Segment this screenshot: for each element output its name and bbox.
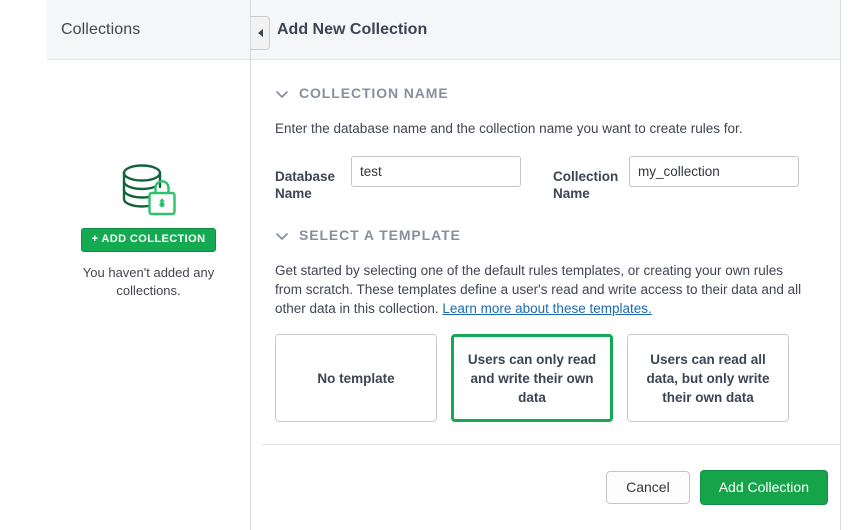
name-fields-row: Database Name Collection Name <box>275 156 816 202</box>
collections-sidebar: Collections <box>47 0 251 530</box>
app-root: Collections <box>0 0 850 530</box>
chevron-down-icon <box>275 229 289 243</box>
database-name-label: Database Name <box>275 156 351 202</box>
panel-footer: Cancel Add Collection <box>251 445 841 530</box>
template-card-label: Users can read all data, but only write … <box>636 350 780 407</box>
template-card-own-data-read-write[interactable]: Users can only read and write their own … <box>451 334 613 422</box>
cancel-button[interactable]: Cancel <box>606 471 690 504</box>
chevron-left-icon <box>258 29 263 37</box>
panel-header: Add New Collection <box>251 0 840 60</box>
page-title: Add New Collection <box>277 21 427 39</box>
template-card-read-all-write-own[interactable]: Users can read all data, but only write … <box>627 334 789 422</box>
add-collection-submit-button[interactable]: Add Collection <box>700 470 828 505</box>
sidebar-title: Collections <box>61 21 140 39</box>
template-card-list: No template Users can only read and writ… <box>275 334 816 422</box>
page-scrollbar-track[interactable] <box>40 0 47 530</box>
template-card-no-template[interactable]: No template <box>275 334 437 422</box>
sidebar-collapse-button[interactable] <box>251 16 270 50</box>
panel-body: COLLECTION NAME Enter the database name … <box>251 85 840 422</box>
empty-state-message: You haven't added any collections. <box>47 264 250 300</box>
template-card-label: Users can only read and write their own … <box>462 350 602 407</box>
collection-name-field: Collection Name <box>553 156 799 202</box>
sidebar-body: + ADD COLLECTION You haven't added any c… <box>47 60 250 529</box>
collection-name-label: Collection Name <box>553 156 629 202</box>
database-lock-icon <box>114 160 184 222</box>
collection-name-input[interactable] <box>629 156 799 187</box>
section-header-collection-name[interactable]: COLLECTION NAME <box>275 85 816 101</box>
add-collection-panel: Add New Collection COLLECTION NAME Enter… <box>251 0 841 530</box>
select-template-description: Get started by selecting one of the defa… <box>275 261 803 318</box>
section-label-select-template: SELECT A TEMPLATE <box>299 227 461 243</box>
collection-name-description: Enter the database name and the collecti… <box>275 119 803 138</box>
learn-more-link[interactable]: Learn more about these templates. <box>442 301 651 316</box>
section-header-select-template[interactable]: SELECT A TEMPLATE <box>275 227 816 243</box>
database-name-input[interactable] <box>351 156 521 187</box>
section-label-collection-name: COLLECTION NAME <box>299 85 449 101</box>
add-collection-button[interactable]: + ADD COLLECTION <box>81 228 217 252</box>
chevron-down-icon <box>275 87 289 101</box>
collections-empty-state: + ADD COLLECTION You haven't added any c… <box>47 160 250 300</box>
template-card-label: No template <box>317 369 394 388</box>
database-name-field: Database Name <box>275 156 521 202</box>
sidebar-header: Collections <box>47 0 250 60</box>
